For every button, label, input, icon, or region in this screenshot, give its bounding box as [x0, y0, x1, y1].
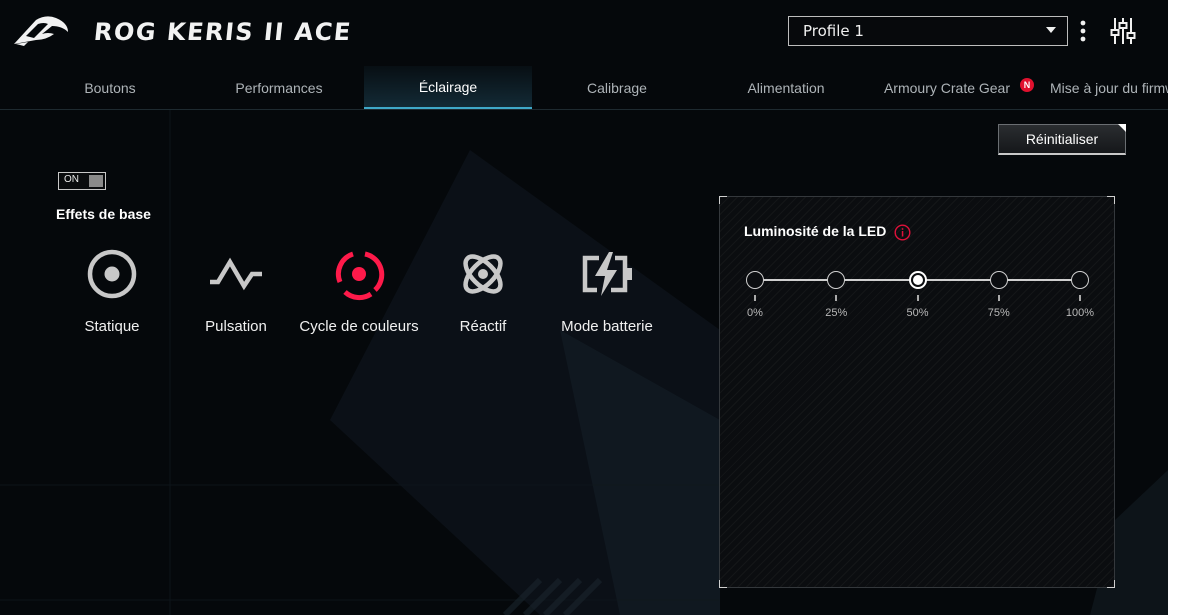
panel-corner [1107, 580, 1115, 588]
brightness-tick-label: 25% [825, 307, 848, 319]
brightness-stop-1[interactable] [827, 271, 846, 289]
app-header: ROG KERIS II ACE Profile 1 [0, 0, 1168, 64]
tab-calibrage[interactable]: Calibrage [533, 66, 701, 109]
lighting-toggle[interactable]: ON [58, 172, 106, 190]
color-cycle-icon [335, 251, 385, 301]
effect-label: Mode batterie [561, 318, 653, 335]
brightness-stop-2[interactable] [908, 271, 927, 289]
brightness-tick-label: 0% [747, 307, 763, 319]
brightness-stop-0[interactable] [746, 271, 764, 289]
brightness-stop-4[interactable] [1071, 271, 1089, 289]
brightness-tick [754, 295, 756, 301]
armoury-crate-window: ROG KERIS II ACE Profile 1 Boutons Perfo… [0, 0, 1168, 615]
reset-button[interactable]: Réinitialiser [998, 124, 1126, 155]
led-brightness-title: Luminosité de la LED [744, 223, 887, 239]
brightness-tick [997, 295, 1000, 301]
tab-eclairage[interactable]: Éclairage [364, 66, 532, 109]
brightness-tick [916, 295, 919, 301]
effect-reactive[interactable]: Réactif [418, 242, 548, 342]
brightness-tick-label: 50% [906, 307, 929, 319]
basic-effects-title: Effets de base [56, 206, 151, 222]
battery-mode-icon [582, 252, 632, 296]
panel-corner [719, 580, 727, 588]
effect-static[interactable]: Statique [47, 242, 177, 342]
panel-corner [1107, 196, 1115, 204]
reset-button-label: Réinitialiser [1025, 131, 1099, 147]
led-brightness-panel: Luminosité de la LED 0% 25% 50% 75% 100% [719, 196, 1115, 588]
tab-armoury-crate-gear[interactable]: Armoury Crate Gear [863, 66, 1031, 109]
effect-color-cycle[interactable]: Cycle de couleurs [294, 242, 424, 342]
toggle-knob [89, 175, 103, 187]
effect-label: Réactif [459, 318, 507, 335]
settings-sliders-icon[interactable] [1110, 16, 1136, 46]
brightness-slider[interactable]: 0% 25% 50% 75% 100% [744, 269, 1104, 329]
effect-pulse[interactable]: Pulsation [171, 242, 301, 342]
tab-alimentation[interactable]: Alimentation [702, 66, 870, 109]
effect-battery-mode[interactable]: Mode batterie [542, 242, 672, 342]
tab-performances[interactable]: Performances [195, 66, 363, 109]
toggle-state-label: ON [64, 174, 79, 185]
effect-label: Statique [84, 318, 140, 335]
rog-eye-logo-icon [14, 16, 68, 46]
profile-selected-value: Profile 1 [803, 22, 864, 40]
brightness-tick-label: 75% [987, 307, 1010, 319]
pulse-icon [210, 257, 262, 291]
brightness-tick [835, 295, 838, 301]
static-icon [87, 249, 137, 299]
effect-label: Pulsation [205, 318, 267, 335]
more-options-icon[interactable] [1076, 18, 1090, 44]
main-tabs: Boutons Performances Éclairage Calibrage… [0, 66, 1168, 110]
info-icon[interactable] [894, 224, 911, 241]
button-corner-decoration [1118, 124, 1126, 132]
brightness-stop-3[interactable] [989, 271, 1008, 289]
brightness-tick [1079, 295, 1081, 301]
chevron-down-icon [1046, 27, 1056, 33]
brightness-tick-label: 100% [1065, 307, 1095, 319]
tab-boutons[interactable]: Boutons [26, 66, 194, 109]
effect-label: Cycle de couleurs [299, 318, 419, 335]
profile-dropdown[interactable]: Profile 1 [788, 16, 1068, 46]
app-title: ROG KERIS II ACE [92, 18, 354, 46]
new-badge: N [1020, 78, 1034, 92]
panel-corner [719, 196, 727, 204]
tab-firmware-update[interactable]: Mise à jour du firmware [1050, 66, 1168, 109]
reactive-icon [463, 254, 503, 294]
